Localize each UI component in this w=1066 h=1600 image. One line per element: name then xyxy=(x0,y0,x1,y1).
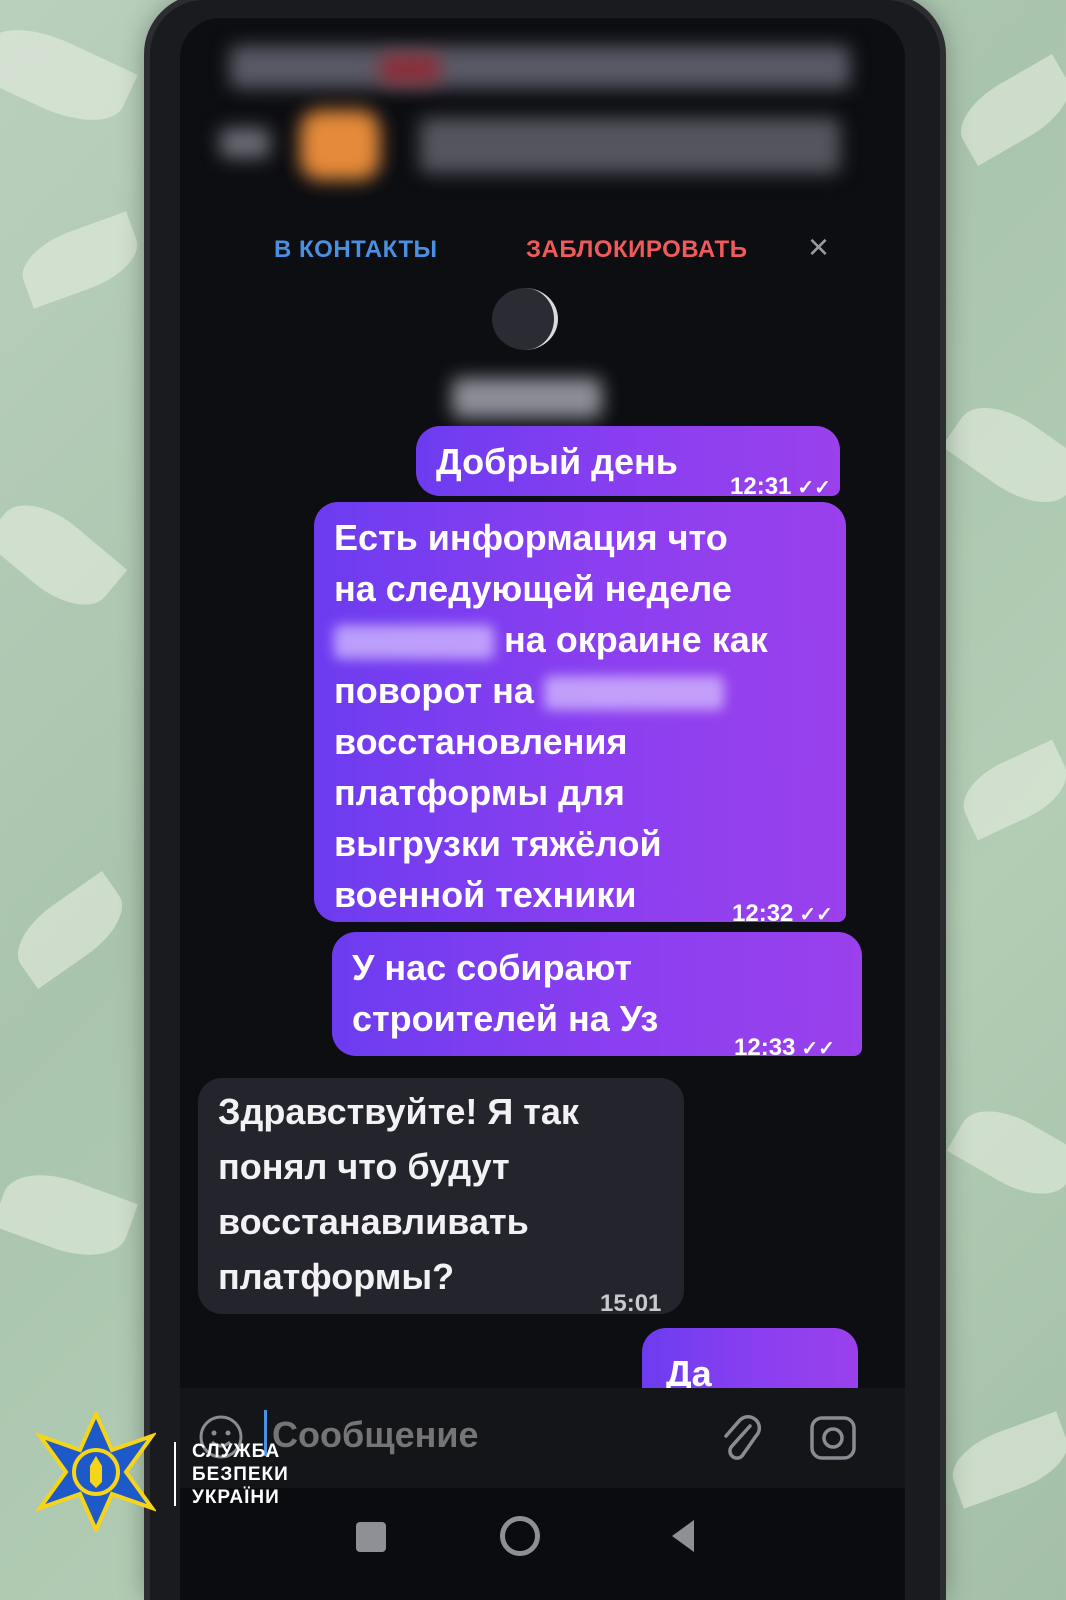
blurred-contact-label xyxy=(452,378,602,418)
divider xyxy=(174,1442,176,1506)
message-text-block: Есть информация что на следующей неделе … xyxy=(334,512,768,920)
message-text: строителей на Уз xyxy=(352,998,659,1039)
chat-screen: В КОНТАКТЫ ЗАБЛОКИРОВАТЬ × Добрый день 1… xyxy=(180,18,905,1600)
message-text: военной техники xyxy=(334,874,637,915)
message-text: восстановления xyxy=(334,721,628,762)
tablecloth-pattern xyxy=(0,486,128,624)
blurred-contact-name xyxy=(420,118,840,173)
sbu-line: БЕЗПЕКИ xyxy=(192,1464,289,1485)
message-text-line: на окраине как xyxy=(334,614,768,665)
redacted-text xyxy=(543,676,724,711)
tablecloth-pattern xyxy=(952,739,1066,841)
tablecloth-pattern xyxy=(3,871,137,989)
message-input[interactable] xyxy=(270,1410,694,1460)
blurred-avatar xyxy=(300,110,380,180)
message-bubble-outgoing[interactable]: Есть информация что на следующей неделе … xyxy=(314,502,846,927)
message-time: 12:33 ✓✓ xyxy=(734,1034,835,1061)
message-text: У нас собирают xyxy=(352,947,633,988)
message-bubble-outgoing[interactable]: Добрый день 12:31 ✓✓ xyxy=(416,426,840,500)
message-text: платформы для xyxy=(334,772,625,813)
loading-spinner-icon xyxy=(492,288,558,350)
message-time: 15:01 xyxy=(600,1290,662,1317)
double-check-icon: ✓✓ xyxy=(801,1038,835,1060)
phone: В КОНТАКТЫ ЗАБЛОКИРОВАТЬ × Добрый день 1… xyxy=(150,0,940,1600)
message-text: Здравствуйте! Я так xyxy=(218,1091,579,1132)
message-text: платформы? xyxy=(218,1256,455,1297)
sbu-watermark: СЛУЖБА БЕЗПЕКИ УКРАЇНИ xyxy=(36,1412,306,1532)
blurred-status-bar xyxy=(380,54,440,84)
double-check-icon: ✓✓ xyxy=(799,904,833,926)
tablecloth-pattern xyxy=(946,1094,1066,1211)
redacted-text xyxy=(334,625,494,660)
back-triangle-icon[interactable] xyxy=(668,1518,698,1554)
tablecloth-pattern xyxy=(0,11,138,139)
sbu-name: СЛУЖБА БЕЗПЕКИ УКРАЇНИ xyxy=(192,1440,289,1509)
sbu-line: СЛУЖБА xyxy=(192,1441,281,1462)
close-icon[interactable]: × xyxy=(808,226,829,268)
message-text-block: У нас собирают строителей на Уз xyxy=(352,942,658,1044)
sbu-emblem-icon xyxy=(36,1412,156,1532)
message-text-line: поворот на xyxy=(334,665,768,716)
tablecloth-pattern xyxy=(13,211,147,309)
message-text: Добрый день xyxy=(436,441,678,482)
message-text: Есть информация что xyxy=(334,517,728,558)
tablecloth-pattern xyxy=(941,389,1066,521)
tablecloth-pattern xyxy=(948,54,1066,166)
tablecloth-pattern xyxy=(0,1159,139,1271)
message-bubble-incoming[interactable]: Здравствуйте! Я так понял что будут восс… xyxy=(198,1078,684,1317)
blurred-back-button xyxy=(220,128,270,158)
camera-icon[interactable] xyxy=(808,1414,858,1462)
paperclip-icon[interactable] xyxy=(720,1412,764,1464)
circle-icon[interactable] xyxy=(500,1516,540,1556)
message-text: восстанавливать xyxy=(218,1201,529,1242)
square-icon[interactable] xyxy=(356,1522,386,1552)
message-text: выгрузки тяжёлой xyxy=(334,823,662,864)
message-bubble-outgoing[interactable]: У нас собирают строителей на Уз 12:33 ✓✓ xyxy=(332,932,862,1061)
double-check-icon: ✓✓ xyxy=(797,477,831,499)
add-to-contacts-button[interactable]: В КОНТАКТЫ xyxy=(274,236,438,264)
message-text-block: Здравствуйте! Я так понял что будут восс… xyxy=(218,1084,579,1304)
message-text: понял что будут xyxy=(218,1146,510,1187)
blurred-status-bar xyxy=(230,46,850,88)
block-button[interactable]: ЗАБЛОКИРОВАТЬ xyxy=(526,236,747,264)
message-text: на следующей неделе xyxy=(334,568,732,609)
sbu-line: УКРАЇНИ xyxy=(192,1487,280,1508)
tablecloth-pattern xyxy=(943,1411,1066,1509)
